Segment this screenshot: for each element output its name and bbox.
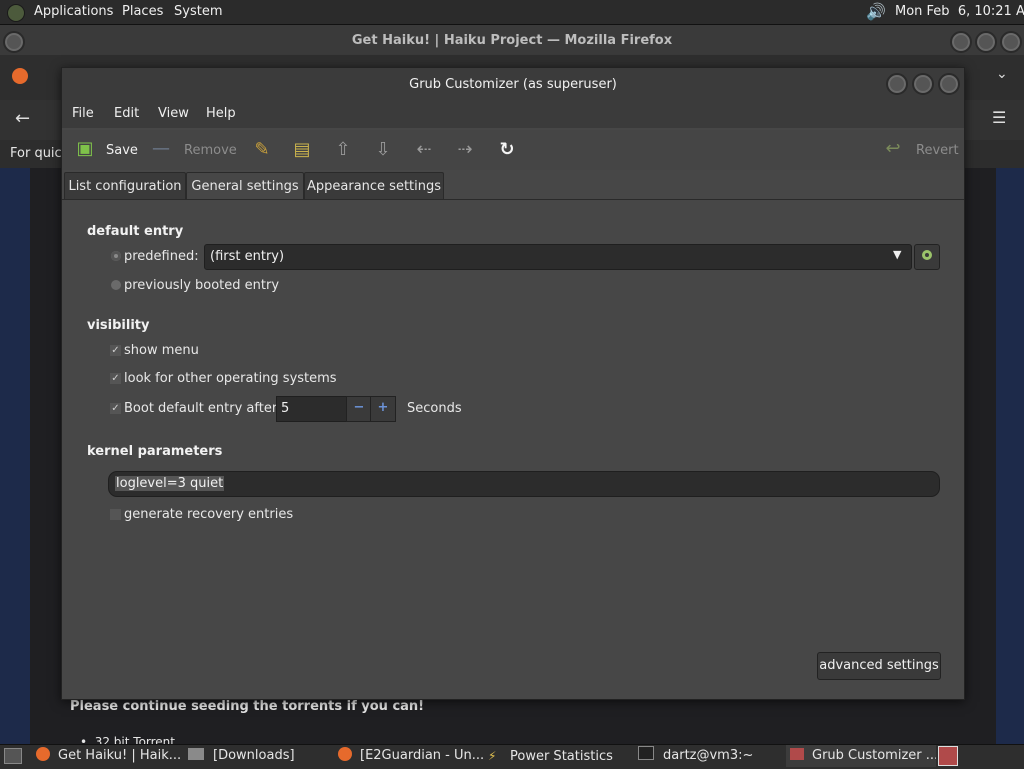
save-label: Save	[106, 143, 138, 158]
move-left-icon[interactable]: ⇠	[413, 140, 435, 160]
revert-label: Revert	[916, 143, 959, 158]
grub-customizer-window: Grub Customizer (as superuser) File Edit…	[61, 67, 965, 700]
new-entry-icon[interactable]: ▤	[291, 140, 313, 160]
firefox-maximize-button[interactable]	[975, 31, 997, 53]
advanced-settings-button[interactable]: advanced settings	[817, 652, 941, 680]
tab-appearance-settings[interactable]: Appearance settings	[304, 172, 444, 200]
revert-button[interactable]: ↩ Revert	[880, 136, 958, 166]
page-seeding-text: Please continue seeding the torrents if …	[70, 699, 425, 714]
timeout-spin-input[interactable]: 5	[276, 396, 348, 422]
workspace-switcher[interactable]	[938, 746, 958, 766]
firefox-icon	[36, 747, 50, 761]
taskbar-item-grub-customizer[interactable]: Grub Customizer ...	[786, 745, 936, 767]
volume-icon[interactable]: 🔊	[866, 2, 886, 21]
predefined-label: predefined:	[124, 249, 199, 264]
grub-minimize-button[interactable]	[886, 73, 908, 95]
hamburger-menu-icon[interactable]: ☰	[992, 108, 1006, 127]
menu-file[interactable]: File	[72, 106, 94, 121]
kernel-parameters-input[interactable]: loglevel=3 quiet	[108, 471, 940, 497]
system-menu[interactable]: System	[174, 4, 222, 19]
tab-list-chevron-icon[interactable]: ⌄	[996, 66, 1008, 82]
show-menu-checkbox[interactable]: ✓	[110, 345, 121, 356]
look-for-os-checkbox[interactable]: ✓	[110, 373, 121, 384]
gnome-foot-icon[interactable]	[7, 4, 25, 22]
menu-edit[interactable]: Edit	[114, 106, 139, 121]
grub-icon	[790, 748, 804, 760]
taskbar-item-e2guardian[interactable]: [E2Guardian - Un...	[338, 745, 484, 767]
grub-close-button[interactable]	[938, 73, 960, 95]
save-button[interactable]: ▣ Save	[72, 136, 140, 166]
folder-icon	[188, 748, 204, 760]
back-arrow-icon[interactable]: ←	[15, 108, 30, 129]
boot-default-checkbox[interactable]: ✓	[110, 403, 121, 414]
taskbar-item-power-statistics[interactable]: ⚡ Power Statistics	[488, 745, 634, 767]
save-icon: ▣	[76, 138, 94, 159]
tab-general-settings[interactable]: General settings	[186, 172, 304, 200]
revert-icon: ↩	[885, 138, 901, 159]
firefox-icon	[338, 747, 352, 761]
tab-list-configuration[interactable]: List configuration	[64, 172, 186, 200]
applications-menu[interactable]: Applications	[34, 4, 113, 19]
previously-booted-radio[interactable]	[111, 280, 121, 290]
move-up-icon[interactable]: ⇧	[332, 140, 354, 160]
show-desktop-icon[interactable]	[4, 748, 22, 764]
predefined-dropdown-value: (first entry)	[210, 249, 285, 264]
predefined-dropdown[interactable]: (first entry) ▼	[204, 244, 912, 270]
grub-maximize-button[interactable]	[912, 73, 934, 95]
remove-label: Remove	[184, 143, 237, 158]
menu-view[interactable]: View	[158, 106, 189, 121]
kernel-parameters-title: kernel parameters	[87, 444, 223, 459]
predefined-radio[interactable]	[111, 251, 121, 261]
move-right-icon[interactable]: ⇢	[454, 140, 476, 160]
firefox-window-title: Get Haiku! | Haiku Project — Mozilla Fir…	[351, 33, 673, 48]
previously-booted-label: previously booted entry	[124, 278, 280, 293]
page-list-item[interactable]: • 32 bit Torrent	[80, 735, 175, 744]
seconds-label: Seconds	[407, 401, 462, 416]
clock[interactable]: Mon Feb 6, 10:21 AM	[895, 4, 1024, 19]
terminal-icon	[638, 746, 654, 760]
lifebuoy-icon	[922, 250, 932, 260]
edit-icon[interactable]: ✎	[251, 140, 273, 160]
look-for-os-label: look for other operating systems	[124, 371, 337, 386]
recovery-checkbox[interactable]	[110, 509, 121, 520]
default-entry-title: default entry	[87, 224, 184, 239]
kernel-parameters-value: loglevel=3 quiet	[115, 476, 225, 491]
power-icon: ⚡	[488, 749, 497, 763]
tab-content-border	[62, 199, 964, 200]
minus-icon: —	[152, 138, 170, 159]
taskbar-item-downloads[interactable]: [Downloads]	[188, 745, 334, 767]
entry-chooser-button[interactable]	[914, 244, 940, 270]
taskbar-item-firefox[interactable]: Get Haiku! | Haik...	[36, 745, 182, 767]
visibility-title: visibility	[87, 318, 150, 333]
taskbar-item-terminal[interactable]: dartz@vm3:~	[638, 745, 784, 767]
move-down-icon[interactable]: ⇩	[372, 140, 394, 160]
timeout-increment-button[interactable]: +	[370, 396, 396, 422]
reload-icon[interactable]: ↻	[496, 140, 518, 160]
grub-menubar	[62, 100, 964, 128]
firefox-minimize-button[interactable]	[950, 31, 972, 53]
firefox-view-icon[interactable]	[12, 68, 28, 84]
dropdown-arrow-icon: ▼	[893, 248, 902, 261]
show-menu-label: show menu	[124, 343, 199, 358]
boot-default-label: Boot default entry after	[124, 401, 278, 416]
recovery-label: generate recovery entries	[124, 507, 294, 522]
firefox-close-button[interactable]	[1000, 31, 1022, 53]
grub-window-title: Grub Customizer (as superuser)	[409, 77, 617, 92]
remove-button[interactable]: — Remove	[150, 136, 237, 166]
timeout-decrement-button[interactable]: −	[346, 396, 372, 422]
timeout-value: 5	[281, 401, 290, 416]
places-menu[interactable]: Places	[122, 4, 163, 19]
menu-help[interactable]: Help	[206, 106, 236, 121]
